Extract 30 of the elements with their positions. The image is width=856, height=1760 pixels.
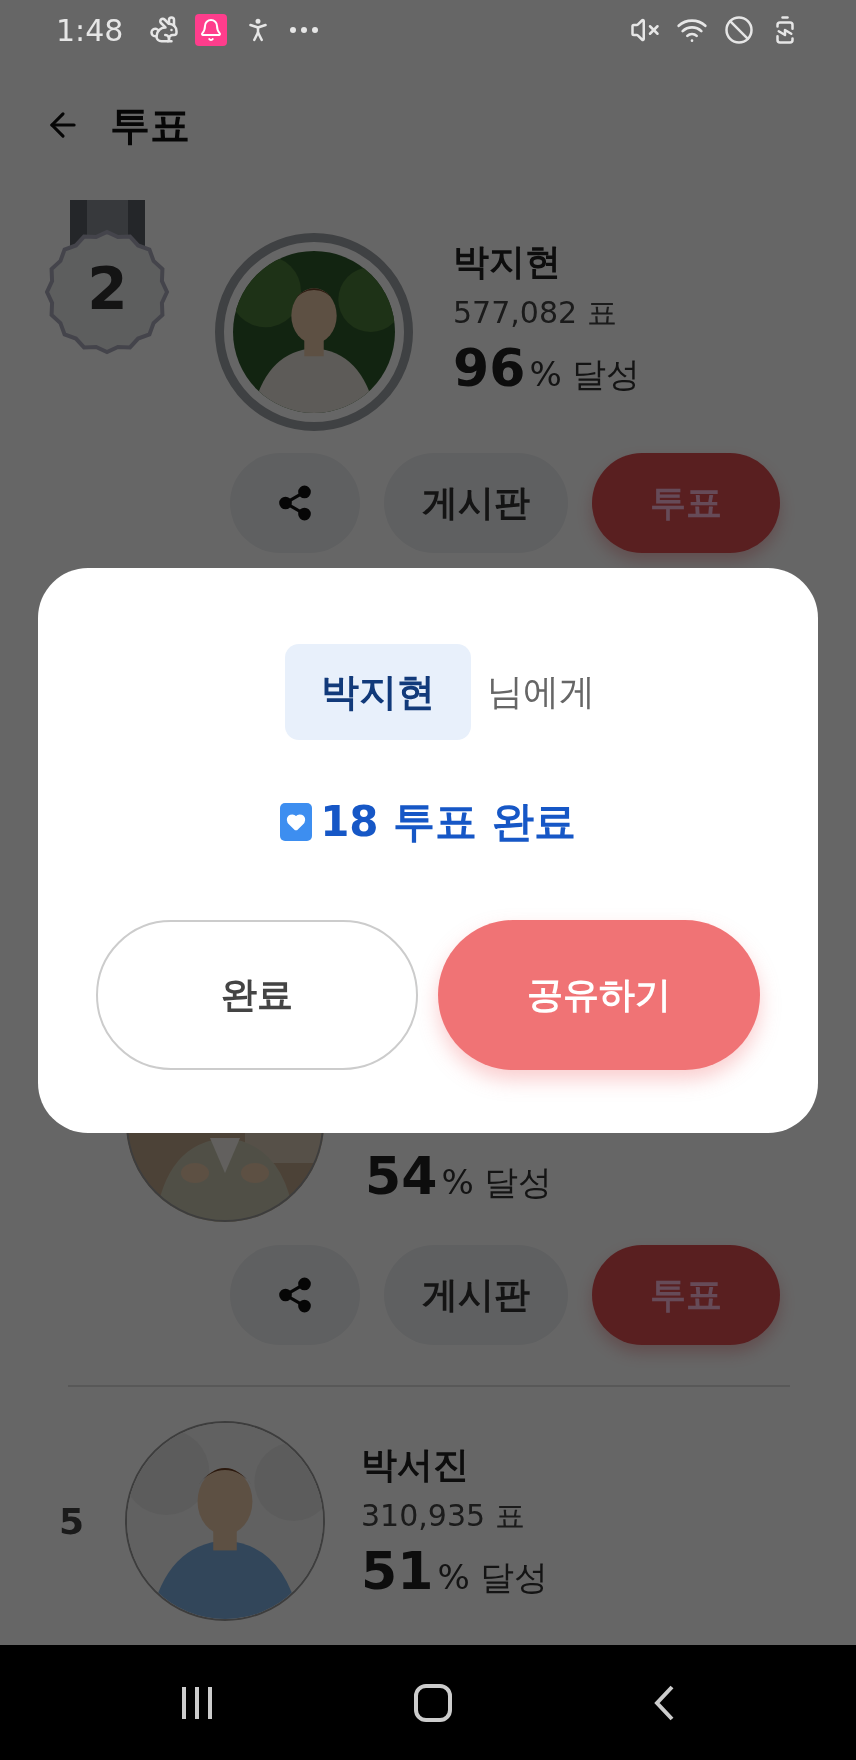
recipient-suffix: 님에게 <box>487 669 595 714</box>
share-icon <box>276 1276 314 1314</box>
vote-count: 577,082 표 <box>453 294 618 332</box>
rank-number: 2 <box>86 260 129 318</box>
done-button[interactable]: 완료 <box>96 920 418 1070</box>
recent-apps-icon[interactable] <box>179 1684 214 1721</box>
share-button[interactable]: 공유하기 <box>438 920 760 1070</box>
achievement-percent: 96 <box>453 340 526 398</box>
rank-number: 5 <box>59 1500 85 1542</box>
achievement-label: % 달성 <box>437 1556 549 1599</box>
notification-icon <box>195 14 228 46</box>
status-time: 1:48 <box>56 12 124 48</box>
vote-count: 310,935 표 <box>361 1497 526 1535</box>
candidate-name: 박서진 <box>361 1443 470 1487</box>
achievement-percent: 51 <box>361 1543 434 1601</box>
page-title: 투표 <box>110 100 190 150</box>
board-button[interactable]: 게시판 <box>384 453 568 553</box>
board-button[interactable]: 게시판 <box>384 1245 568 1345</box>
more-icon <box>289 26 320 34</box>
rabbit-icon <box>149 15 180 45</box>
blocked-icon <box>724 15 754 45</box>
medal-icon <box>45 200 170 355</box>
candidate-name: 박지현 <box>453 240 562 284</box>
achievement-percent: 54 <box>365 1148 438 1206</box>
achievement-label: % 달성 <box>529 353 641 396</box>
share-icon <box>276 484 314 522</box>
home-icon[interactable] <box>413 1682 453 1723</box>
recipient-name: 박지현 <box>285 644 471 740</box>
vote-complete-message: 18 투표 완료 <box>320 796 576 848</box>
achievement-label: % 달성 <box>441 1161 553 1204</box>
